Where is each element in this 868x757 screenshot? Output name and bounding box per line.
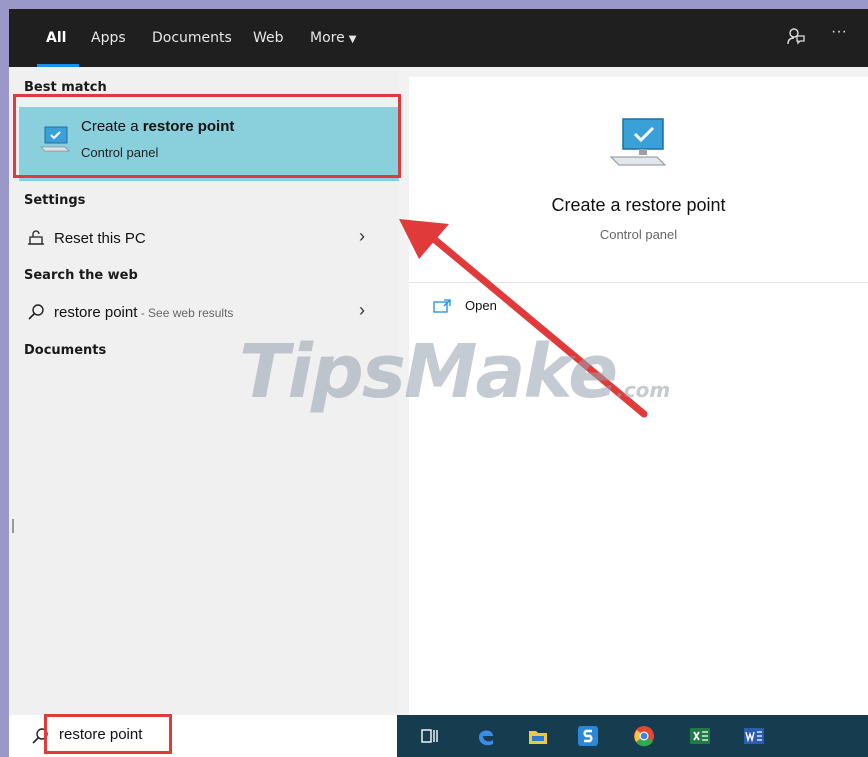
documents-header: Documents <box>24 343 107 358</box>
snagit-icon[interactable] <box>577 725 599 747</box>
caret-down-icon: ▼ <box>348 34 357 45</box>
excel-icon[interactable] <box>689 725 711 747</box>
edge-icon[interactable] <box>475 725 497 747</box>
web-result-hint: - See web results <box>137 306 234 320</box>
annotation-highlight-box <box>13 94 401 178</box>
web-result-label: restore point - See web results <box>54 304 233 321</box>
file-explorer-icon[interactable] <box>527 725 549 747</box>
feedback-icon[interactable] <box>787 27 805 50</box>
tab-documents[interactable]: Documents <box>152 30 232 46</box>
word-icon[interactable] <box>743 725 765 747</box>
search-web-header: Search the web <box>24 268 138 283</box>
chrome-icon[interactable] <box>633 725 655 747</box>
watermark-text: TipsMake <box>239 329 618 415</box>
search-icon <box>27 303 45 321</box>
chevron-right-icon[interactable]: › <box>359 226 365 247</box>
search-tabs-bar: All Apps Documents Web More ▼ ··· <box>9 9 868 67</box>
web-query-text: restore point <box>54 304 138 321</box>
reset-pc-label: Reset this PC <box>54 230 146 247</box>
tab-more-label: More <box>310 30 345 46</box>
monitor-check-icon <box>609 115 671 175</box>
settings-header: Settings <box>24 193 86 208</box>
scrollbar-thumb[interactable] <box>12 519 14 533</box>
web-result-item[interactable]: restore point - See web results › <box>9 296 399 330</box>
task-view-icon[interactable] <box>419 725 441 747</box>
annotation-search-box <box>44 714 172 754</box>
watermark-suffix: .com <box>616 378 671 402</box>
tab-all[interactable]: All <box>46 30 66 46</box>
chevron-right-icon[interactable]: › <box>359 300 365 321</box>
reset-pc-item[interactable]: Reset this PC › <box>9 222 399 256</box>
tab-apps[interactable]: Apps <box>91 30 126 46</box>
tab-more[interactable]: More ▼ <box>310 30 356 46</box>
more-options-icon[interactable]: ··· <box>831 23 847 41</box>
watermark: TipsMake.com <box>239 329 670 415</box>
taskbar <box>397 715 868 757</box>
reset-pc-icon <box>27 229 45 247</box>
tab-web[interactable]: Web <box>253 30 284 46</box>
best-match-header: Best match <box>24 80 107 95</box>
windows-search-window: All Apps Documents Web More ▼ ··· Best ma… <box>9 9 868 757</box>
